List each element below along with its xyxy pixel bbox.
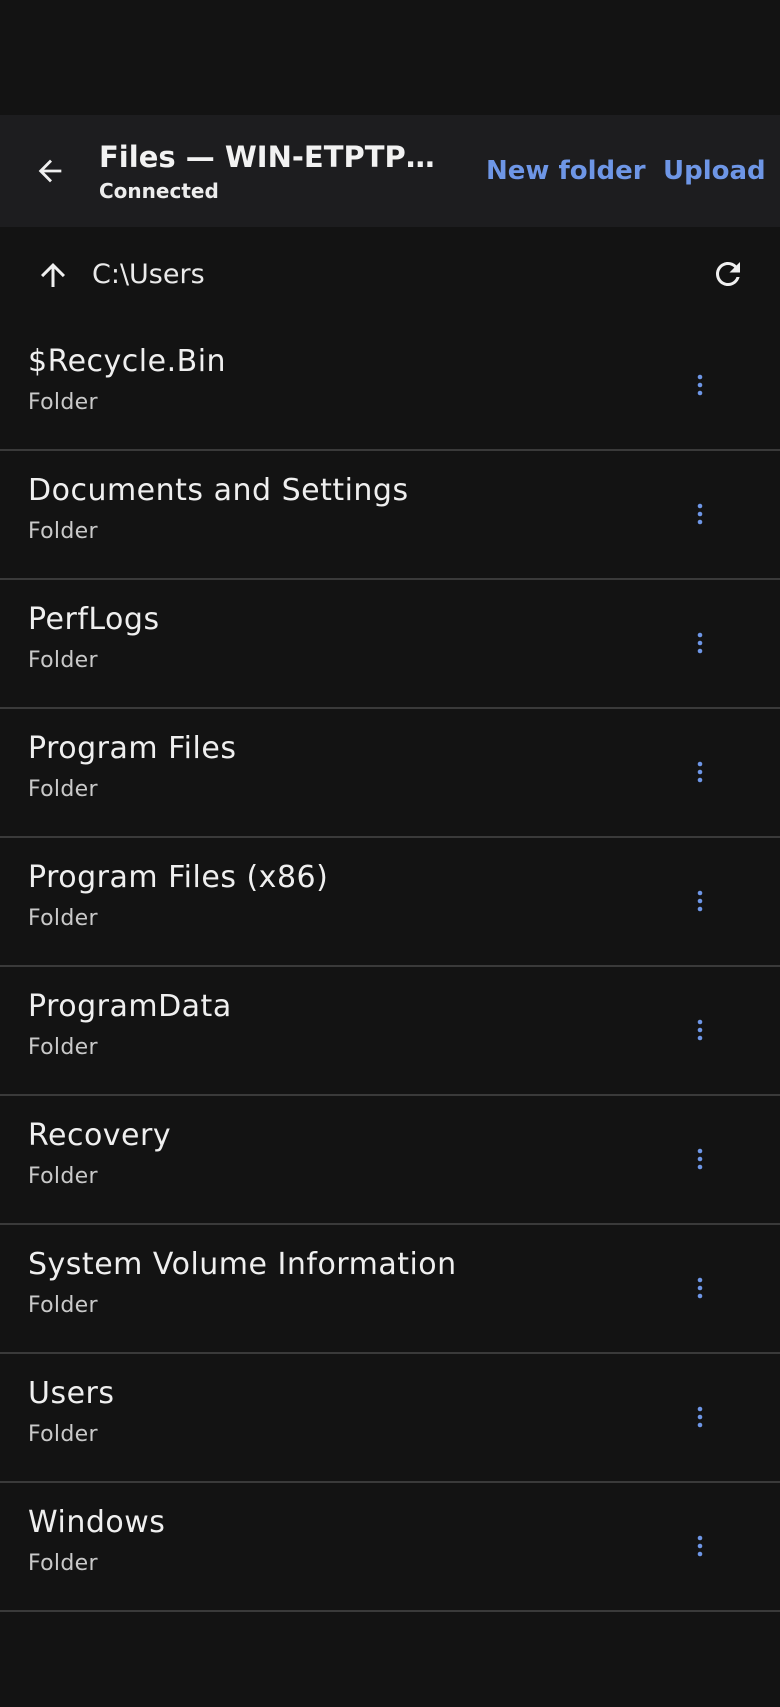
more-options-button[interactable] — [680, 618, 720, 668]
more-vert-icon — [697, 374, 703, 396]
file-name: ProgramData — [28, 989, 232, 1024]
file-row[interactable]: Windows Folder — [0, 1483, 780, 1612]
file-name: $Recycle.Bin — [28, 344, 227, 379]
refresh-icon — [716, 262, 740, 286]
file-row[interactable]: System Volume Information Folder — [0, 1225, 780, 1354]
arrow-left-icon — [38, 159, 62, 183]
connection-status: Connected — [99, 179, 219, 203]
more-options-button[interactable] — [680, 747, 720, 797]
file-row[interactable]: $Recycle.Bin Folder — [0, 322, 780, 451]
more-vert-icon — [697, 1148, 703, 1170]
file-name: System Volume Information — [28, 1247, 457, 1282]
file-row[interactable]: Documents and Settings Folder — [0, 451, 780, 580]
file-name: Program Files — [28, 731, 237, 766]
more-options-button[interactable] — [680, 1392, 720, 1442]
page-title: Files — WIN-ETPTPRJ7… — [99, 140, 449, 174]
file-type: Folder — [28, 519, 98, 544]
back-button[interactable] — [25, 146, 75, 196]
file-name: PerfLogs — [28, 602, 160, 637]
file-row[interactable]: Program Files Folder — [0, 709, 780, 838]
more-options-button[interactable] — [680, 489, 720, 539]
file-type: Folder — [28, 390, 98, 415]
file-type: Folder — [28, 1422, 98, 1447]
parent-directory-button[interactable] — [28, 250, 78, 300]
file-name: Recovery — [28, 1118, 172, 1153]
new-folder-button[interactable]: New folder — [486, 115, 646, 227]
file-list: $Recycle.Bin Folder Documents and Settin… — [0, 322, 780, 1612]
more-options-button[interactable] — [680, 1263, 720, 1313]
file-row[interactable]: Users Folder — [0, 1354, 780, 1483]
more-options-button[interactable] — [680, 1134, 720, 1184]
more-vert-icon — [697, 503, 703, 525]
more-options-button[interactable] — [680, 876, 720, 926]
file-type: Folder — [28, 777, 98, 802]
file-name: Program Files (x86) — [28, 860, 329, 895]
path-bar: C:\Users — [0, 227, 780, 322]
more-vert-icon — [697, 1406, 703, 1428]
file-row[interactable]: PerfLogs Folder — [0, 580, 780, 709]
file-type: Folder — [28, 648, 98, 673]
more-options-button[interactable] — [680, 1005, 720, 1055]
file-type: Folder — [28, 1164, 98, 1189]
more-vert-icon — [697, 1019, 703, 1041]
file-row[interactable]: Recovery Folder — [0, 1096, 780, 1225]
current-path: C:\Users — [92, 259, 205, 290]
more-vert-icon — [697, 1535, 703, 1557]
file-name: Windows — [28, 1505, 166, 1540]
file-row[interactable]: ProgramData Folder — [0, 967, 780, 1096]
more-vert-icon — [697, 1277, 703, 1299]
app-bar: Files — WIN-ETPTPRJ7… Connected New fold… — [0, 115, 780, 227]
refresh-button[interactable] — [703, 249, 753, 299]
file-type: Folder — [28, 1551, 98, 1576]
file-type: Folder — [28, 1293, 98, 1318]
status-bar-area — [0, 0, 780, 115]
more-vert-icon — [697, 632, 703, 654]
file-name: Documents and Settings — [28, 473, 409, 508]
title-block: Files — WIN-ETPTPRJ7… Connected — [99, 139, 449, 203]
file-type: Folder — [28, 906, 98, 931]
more-vert-icon — [697, 890, 703, 912]
upload-button[interactable]: Upload — [663, 115, 766, 227]
file-row[interactable]: Program Files (x86) Folder — [0, 838, 780, 967]
file-type: Folder — [28, 1035, 98, 1060]
file-name: Users — [28, 1376, 115, 1411]
arrow-up-icon — [41, 262, 65, 287]
more-options-button[interactable] — [680, 1521, 720, 1571]
more-options-button[interactable] — [680, 360, 720, 410]
more-vert-icon — [697, 761, 703, 783]
